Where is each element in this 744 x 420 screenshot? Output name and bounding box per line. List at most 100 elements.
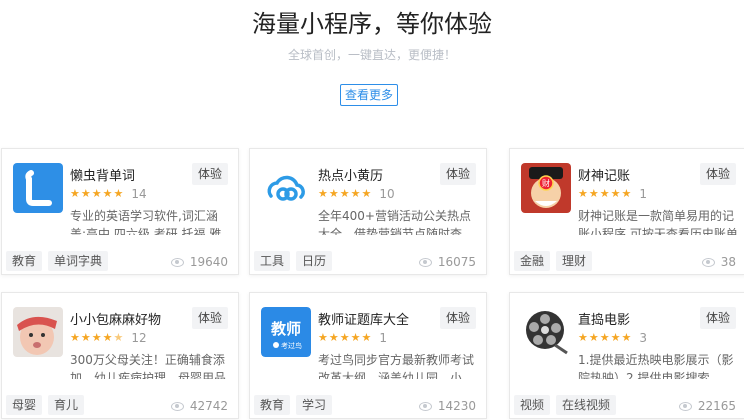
try-button[interactable]: 体验: [439, 307, 476, 329]
view-count-value: 38: [720, 255, 736, 269]
try-button[interactable]: 体验: [699, 307, 736, 329]
star-icon: ★: [599, 187, 610, 200]
app-card[interactable]: 热点小黄历 体验 ★ ★ ★ ★ ★ 10 全年400+营销活动公关热点大全，借势营销节点随时查…: [249, 148, 487, 275]
star-icon: ★: [318, 331, 328, 344]
category-tag[interactable]: 金融: [514, 251, 551, 271]
app-card[interactable]: 小小包麻麻好物 体验 ★ ★ ★ ★ ★ 12 300万父母关注！正确辅食添加，幼儿疾病护理，母…: [1, 292, 239, 419]
app-name[interactable]: 直捣电影: [578, 309, 630, 328]
tag-list: 工具 日历: [254, 251, 338, 271]
view-count-value: 19640: [189, 255, 228, 269]
star-icon: ★: [70, 187, 80, 200]
svg-text:教师: 教师: [270, 320, 301, 338]
page-subtitle: 全球首创，一键直达，更便捷！: [287, 48, 456, 62]
category-tag[interactable]: 教育: [6, 251, 43, 271]
app-description: 300万父母关注！正确辅食添加，幼儿疾病护理，母婴用品推荐: [70, 353, 227, 379]
star-icon: ★: [610, 331, 621, 344]
category-tag[interactable]: 母婴: [6, 395, 43, 415]
try-button[interactable]: 体验: [699, 163, 736, 185]
star-icon: ★: [588, 331, 599, 344]
baby-photo-icon[interactable]: [13, 307, 63, 357]
category-tag[interactable]: 日历: [296, 251, 333, 271]
star-icon: ★: [610, 187, 621, 200]
category-tag[interactable]: 理财: [556, 251, 593, 271]
eye-icon: [170, 257, 184, 267]
star-icon: ★: [113, 187, 124, 200]
star-icon: ★: [578, 331, 588, 344]
app-name[interactable]: 懒虫背单词: [70, 165, 135, 184]
view-count: 42742: [170, 399, 228, 413]
try-button[interactable]: 体验: [439, 163, 476, 185]
star-icon: ★: [91, 187, 102, 200]
view-count: 38: [701, 255, 736, 269]
star-icon: ★: [328, 187, 339, 200]
rating-count: 12: [131, 331, 147, 345]
view-more-button[interactable]: 查看更多: [340, 84, 398, 106]
app-description: 专业的英语学习软件,词汇涵盖:高中,四六级,考研,托福,雅思: [70, 209, 222, 235]
rating-count: 1: [379, 331, 388, 345]
rating-count: 14: [131, 187, 147, 201]
view-count-value: 14230: [437, 399, 476, 413]
teacher-icon[interactable]: 教师考过鸟: [261, 307, 311, 357]
app-name[interactable]: 教师证题库大全: [318, 309, 409, 328]
svg-text:考过鸟: 考过鸟: [281, 341, 302, 350]
eye-icon: [170, 401, 184, 411]
tag-list: 教育 学习: [254, 395, 338, 415]
star-icon: ★: [70, 331, 80, 344]
eye-icon: [418, 401, 432, 411]
app-name[interactable]: 财神记账: [578, 165, 630, 184]
star-icon: ★: [339, 187, 350, 200]
app-description: 全年400+营销活动公关热点大全，借势营销节点随时查: [318, 209, 471, 235]
try-button[interactable]: 体验: [191, 307, 228, 329]
rating-stars: ★ ★ ★ ★ ★ 10: [318, 187, 395, 201]
star-icon: ★: [318, 187, 328, 200]
rating-stars: ★ ★ ★ ★ ★ 3: [578, 331, 647, 345]
star-icon: ★: [621, 187, 632, 200]
category-tag[interactable]: 教育: [254, 395, 291, 415]
tag-list: 母婴 育儿: [6, 395, 90, 415]
category-tag[interactable]: 视频: [514, 395, 551, 415]
view-count: 16075: [418, 255, 476, 269]
svg-text:财: 财: [542, 178, 550, 188]
rating-count: 10: [379, 187, 395, 201]
app-card[interactable]: 教师 考过鸟 教师证题库大全 体验 ★ ★ ★ ★ ★ 1 考过鸟同步官方最新教师考试改革大纲，涵盖…: [249, 292, 487, 419]
star-icon: ★: [578, 187, 588, 200]
rating-count: 1: [639, 187, 648, 201]
cloud-logo-icon[interactable]: [261, 163, 311, 213]
film-reel-icon[interactable]: [521, 307, 571, 357]
tag-list: 金融 理财: [514, 251, 598, 271]
try-button[interactable]: 体验: [191, 163, 228, 185]
app-name[interactable]: 小小包麻麻好物: [70, 309, 161, 328]
app-name[interactable]: 热点小黄历: [318, 165, 383, 184]
category-tag[interactable]: 在线视频: [556, 395, 617, 415]
category-tag[interactable]: 工具: [254, 251, 291, 271]
star-icon: ★: [91, 331, 102, 344]
view-count-value: 16075: [437, 255, 476, 269]
tag-list: 视频 在线视频: [514, 395, 622, 415]
caishen-icon[interactable]: 财: [521, 163, 571, 213]
star-icon: ★: [113, 331, 124, 344]
tag-list: 教育 单词字典: [6, 251, 114, 271]
app-description: 1.提供最近热映电影展示（影院热映）2.提供电影搜索: [578, 353, 734, 379]
letter-l-icon[interactable]: [13, 163, 63, 213]
page-title: 海量小程序，等你体验: [252, 10, 492, 38]
category-tag[interactable]: 单词字典: [48, 251, 109, 271]
category-tag[interactable]: 学习: [296, 395, 333, 415]
star-icon: ★: [339, 331, 350, 344]
app-card[interactable]: 懒虫背单词 体验 ★ ★ ★ ★ ★ 14 专业的英语学习软件,词汇涵盖:高中,四六级,考研,托…: [1, 148, 239, 275]
rating-stars: ★ ★ ★ ★ ★ 12: [70, 331, 147, 345]
star-icon: ★: [599, 331, 610, 344]
app-description: 考过鸟同步官方最新教师考试改革大纲，涵盖幼儿园，小学，中学: [318, 353, 475, 379]
app-card[interactable]: 财财神记账 体验 ★ ★ ★ ★ ★ 1 财神记账是一款简单易用的记账小程序,可按天查看历史账单…: [509, 148, 744, 275]
view-count-value: 42742: [189, 399, 228, 413]
star-icon: ★: [102, 331, 113, 344]
rating-stars: ★ ★ ★ ★ ★ 14: [70, 187, 147, 201]
eye-icon: [701, 257, 715, 267]
app-card[interactable]: 直捣电影 体验 ★ ★ ★ ★ ★ 3 1.提供最近热映电影展示（影院热映）2.提供电影搜索 视频…: [509, 292, 744, 419]
star-icon: ★: [621, 331, 632, 344]
rating-count: 3: [639, 331, 648, 345]
category-tag[interactable]: 育儿: [48, 395, 85, 415]
star-icon: ★: [588, 187, 599, 200]
star-icon: ★: [361, 187, 372, 200]
rating-stars: ★ ★ ★ ★ ★ 1: [578, 187, 647, 201]
star-icon: ★: [350, 187, 361, 200]
